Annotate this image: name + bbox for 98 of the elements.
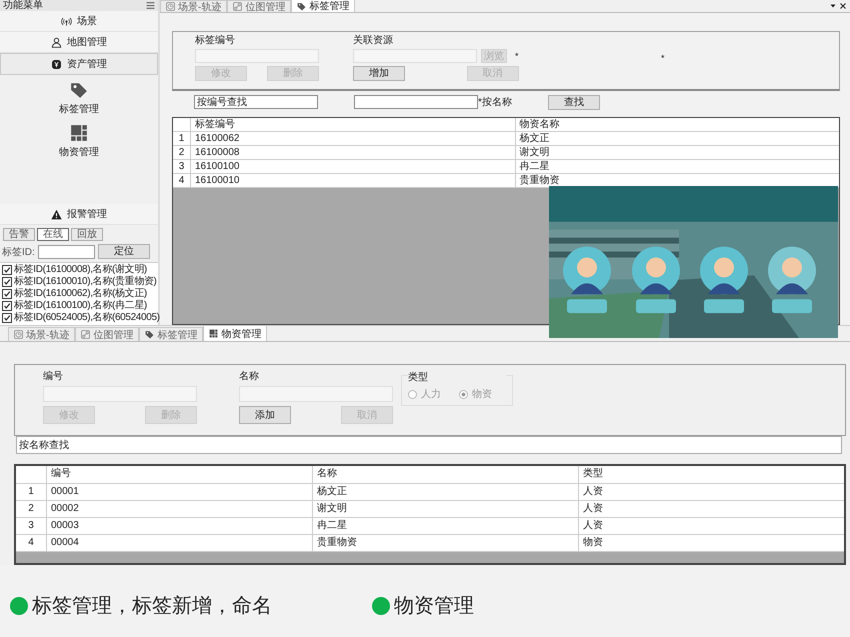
search-field[interactable]: 按编号查找 [194,95,318,109]
table-cell: 冉二星 [312,518,578,534]
field-label: 名称 [239,371,260,382]
table-cell: 杨文正 [312,484,578,500]
menu-icon[interactable] [146,1,155,10]
row-number: 4 [27,536,35,550]
table-cell: 16100008 [190,146,514,159]
menu-item[interactable]: 场景 [0,11,158,32]
search-field[interactable]: 按名称查找 [16,436,842,454]
input-field[interactable] [38,244,95,258]
row-number: 2 [27,502,35,516]
menu-item[interactable]: 地图管理 [0,32,158,53]
table-cell: 物资 [578,535,844,551]
tab[interactable]: 场景-轨迹 [8,327,76,341]
tag-icon [297,2,306,10]
tab[interactable]: 回放 [71,228,103,241]
menu-item[interactable]: 资产管理 [0,53,158,75]
search-button[interactable]: 查找 [548,94,600,110]
dropdown-icon[interactable] [829,2,837,10]
map-icon [233,2,242,11]
grid-icon [209,329,218,338]
map-icon [81,330,90,339]
signal-icon [61,16,72,26]
tab[interactable]: 标签管理 [291,0,356,12]
menu-item[interactable]: 报警管理 [0,204,158,225]
column-header: 编号 [46,466,312,483]
column-header: 类型 [578,466,844,483]
button[interactable]: 添加 [239,406,291,424]
row-number: 1 [27,485,35,499]
tab[interactable]: 在线 [37,228,69,241]
table-cell: 00003 [46,518,312,534]
tab[interactable]: 位图管理 [227,0,292,12]
column-header: 标签编号 [190,118,514,131]
table-cell: 00002 [46,501,312,517]
caption: 标签管理，标签新增，命名 [32,594,272,619]
checkbox[interactable] [2,265,12,275]
row-number: 3 [178,160,186,173]
locate-button[interactable]: 定位 [98,244,150,259]
table-cell: 16100010 [190,174,514,187]
submenu-item[interactable]: 物资管理 [59,124,99,159]
submenu-item[interactable]: 标签管理 [59,81,99,116]
tab[interactable]: 位图管理 [75,327,140,341]
grid-icon [70,124,88,142]
clock-icon [14,330,23,339]
table-cell: 冉二星 [514,160,839,173]
list-item[interactable]: 标签ID(16100100),名称(冉二星) [14,300,147,312]
tab[interactable]: 物资管理 [203,325,268,341]
field-label: 标签编号 [195,35,236,46]
row-number: 4 [178,174,186,187]
tab[interactable]: 告警 [3,228,35,241]
group-label: 类型 [408,370,506,384]
field-label: 标签ID: [2,246,35,258]
row-number: 1 [178,132,186,145]
row-number: 3 [27,519,35,533]
required-mark: * [660,53,665,63]
checkbox[interactable] [2,313,12,323]
warning-icon [51,208,62,220]
coin-icon [51,58,62,70]
table-cell: 人资 [578,518,844,534]
button[interactable]: 增加 [353,66,405,81]
search-field[interactable] [354,95,478,109]
list-item[interactable]: 标签ID(16100062),名称(杨文正) [14,288,147,300]
table-cell: 人资 [578,484,844,500]
field-label: 关联资源 [353,35,394,46]
caption: 物资管理 [394,594,474,619]
list-item[interactable]: 标签ID(16100008),名称(谢文明) [14,264,147,276]
checkbox[interactable] [2,301,12,311]
person-icon [51,36,62,48]
tag-icon [70,81,88,99]
tab[interactable]: 标签管理 [139,327,204,341]
checkbox[interactable] [2,277,12,287]
required-mark: * [514,51,519,61]
table-cell: 16100062 [190,132,514,145]
tab[interactable]: 场景-轨迹 [160,0,228,12]
clock-icon [166,2,175,11]
field-label: *按名称 [478,96,512,109]
table-cell: 00001 [46,484,312,500]
bullet-dot [10,596,28,614]
column-header: 名称 [312,466,578,483]
table-cell: 00004 [46,535,312,551]
tag-icon [145,330,154,339]
table-cell: 谢文明 [312,501,578,517]
radio-label: 人力 [421,388,441,401]
close-icon[interactable] [839,2,847,10]
list-item[interactable]: 标签ID(16100010),名称(贵重物资) [14,276,157,288]
table-cell: 贵重物资 [312,535,578,551]
list-item[interactable]: 标签ID(60524005),名称(60524005) [14,312,160,324]
table-cell: 16100100 [190,160,514,173]
row-number: 2 [178,146,186,159]
table-cell: 谢文明 [514,146,839,159]
field-label: 编号 [43,371,64,382]
table-cell: 杨文正 [514,132,839,145]
column-header: 物资名称 [514,118,839,131]
panel-title: 功能菜单 [3,0,43,11]
bullet-dot [372,596,390,614]
radio-label: 物资 [472,388,492,401]
checkbox[interactable] [2,289,12,299]
table-cell: 人资 [578,501,844,517]
